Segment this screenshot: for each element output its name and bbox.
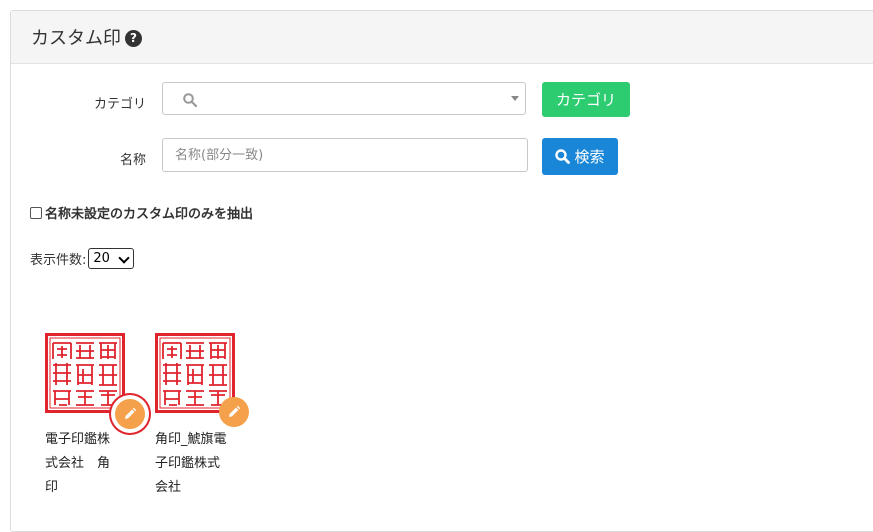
question-circle-icon[interactable]: ? bbox=[125, 29, 142, 47]
edit-stamp-button[interactable] bbox=[115, 399, 145, 429]
search-button[interactable]: 検索 bbox=[542, 138, 618, 175]
edit-stamp-button[interactable] bbox=[219, 397, 249, 427]
category-select[interactable] bbox=[162, 82, 526, 115]
stamp-image[interactable] bbox=[45, 333, 125, 413]
stamp-caption: 電子印鑑株 式会社 角 印 bbox=[45, 432, 111, 495]
panel-header: カスタム印 ? bbox=[11, 11, 873, 64]
unnamed-only-filter: 名称未設定のカスタム印のみを抽出 bbox=[30, 203, 253, 222]
per-page-label: 表示件数: bbox=[30, 253, 87, 268]
unnamed-only-checkbox[interactable] bbox=[30, 206, 42, 219]
name-search-input[interactable] bbox=[162, 138, 528, 172]
pencil-icon bbox=[125, 407, 137, 419]
chevron-down-icon bbox=[511, 96, 519, 101]
per-page-control: 表示件数: 20 bbox=[30, 248, 135, 269]
unnamed-only-label[interactable]: 名称未設定のカスタム印のみを抽出 bbox=[45, 203, 253, 222]
category-button[interactable]: カテゴリ bbox=[542, 82, 630, 117]
pencil-icon bbox=[229, 405, 241, 417]
category-button-label: カテゴリ bbox=[555, 91, 616, 109]
name-label: 名称 bbox=[119, 153, 146, 168]
search-icon bbox=[555, 149, 571, 164]
search-button-label: 検索 bbox=[574, 148, 605, 166]
search-icon bbox=[183, 92, 198, 111]
stamp-caption: 角印_鯱旗電 子印鑑株式 会社 bbox=[155, 432, 227, 495]
category-label: カテゴリ bbox=[93, 97, 146, 112]
page-title: カスタム印 bbox=[31, 28, 121, 49]
per-page-value: 20 bbox=[93, 251, 110, 266]
chevron-down-icon bbox=[118, 252, 131, 264]
per-page-select[interactable]: 20 bbox=[88, 248, 135, 269]
